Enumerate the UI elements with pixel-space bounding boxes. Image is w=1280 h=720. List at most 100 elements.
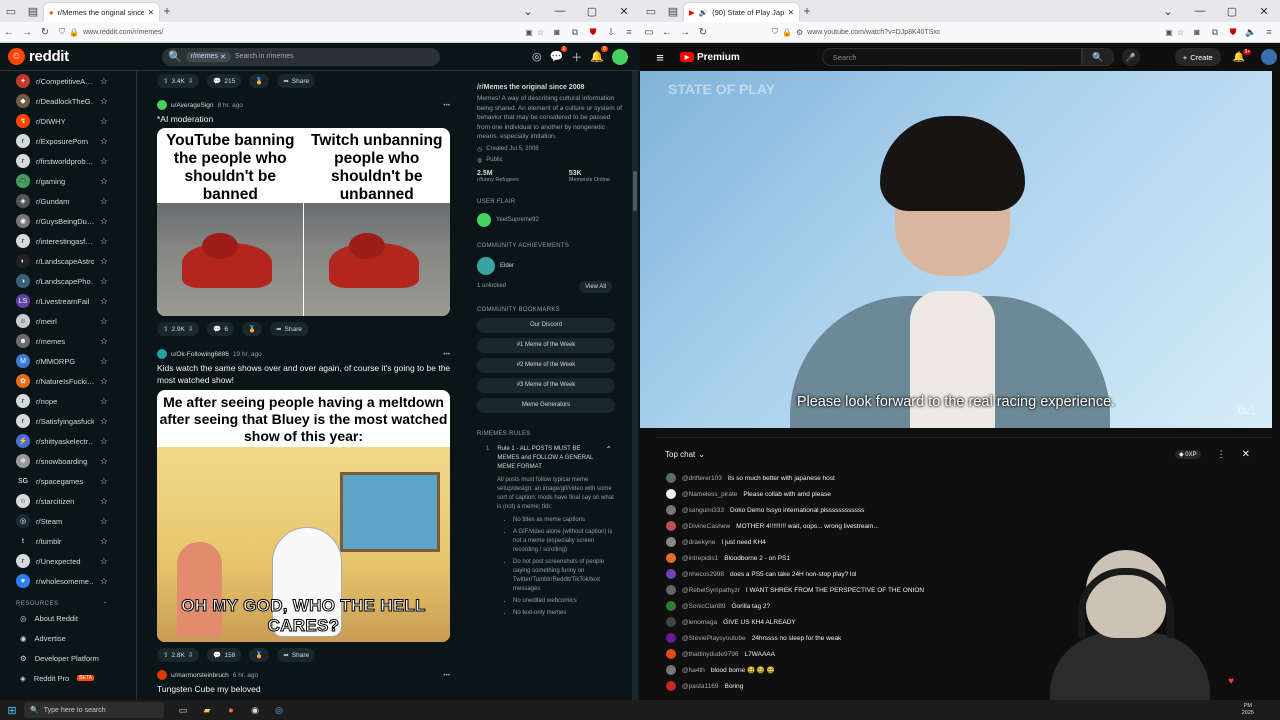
- bookmark-button[interactable]: #2 Meme of the Week: [477, 357, 615, 373]
- chat-username[interactable]: @drifterer103: [682, 475, 722, 482]
- chat-message[interactable]: @sangumi333 Doko Demo Issyo international…: [656, 502, 1272, 518]
- firefox-icon[interactable]: ●: [222, 702, 240, 718]
- chat-message[interactable]: @DivineCashew MOTHER 4!!!!!!!!! wait, oop…: [656, 518, 1272, 534]
- vote-group[interactable]: ⇧ 2.8K ⇩: [157, 648, 200, 662]
- sidebar-toggle-icon[interactable]: ▤: [22, 0, 44, 22]
- favorite-star-icon[interactable]: ☆: [100, 96, 108, 107]
- menu-icon[interactable]: ≡: [621, 27, 637, 38]
- steam-icon[interactable]: ◎: [270, 702, 288, 718]
- chat-avatar[interactable]: [666, 665, 676, 675]
- user-flair[interactable]: YeetSupreme92: [477, 212, 634, 227]
- favorite-star-icon[interactable]: ☆: [100, 336, 108, 347]
- favorite-star-icon[interactable]: ☆: [100, 456, 108, 467]
- voice-search-button[interactable]: 🎤: [1121, 48, 1140, 66]
- obs-icon[interactable]: ◉: [246, 702, 264, 718]
- youtube-logo[interactable]: ▶ Premium: [680, 52, 740, 63]
- chat-username[interactable]: @SonicClan89: [682, 603, 725, 610]
- post-author[interactable]: u/Ok-Following6886: [171, 351, 229, 358]
- reddit-search-bar[interactable]: 🔍 r/memes ✕ Search in r/memes: [162, 47, 440, 66]
- sidebar-community-item[interactable]: ⚡ r/shittyaskelectr… ☆: [0, 431, 136, 451]
- ublock-icon[interactable]: ⛊: [585, 27, 601, 38]
- comments-button[interactable]: 💬 6: [207, 322, 234, 336]
- scroll-thumb[interactable]: [633, 171, 637, 211]
- downloads-icon[interactable]: ⇩: [603, 27, 619, 38]
- favorite-star-icon[interactable]: ☆: [100, 476, 108, 487]
- chat-message[interactable]: @Nameless_pirate Please collab with amd p…: [656, 486, 1272, 502]
- bookmark-button[interactable]: #1 Meme of the Week: [477, 337, 615, 353]
- chat-username[interactable]: @sangumi333: [682, 507, 724, 514]
- post1-image[interactable]: YouTube banning the people who shouldn't…: [157, 128, 450, 316]
- favorite-star-icon[interactable]: ☆: [100, 356, 108, 367]
- user-avatar[interactable]: [1261, 49, 1278, 65]
- favorite-star-icon[interactable]: ☆: [100, 216, 108, 227]
- close-window-icon[interactable]: ✕: [608, 5, 640, 18]
- favorite-star-icon[interactable]: ☆: [100, 536, 108, 547]
- chat-avatar[interactable]: [666, 633, 676, 643]
- tab-icon[interactable]: ▭: [640, 27, 658, 38]
- post1-title[interactable]: *AI moderation: [137, 113, 470, 125]
- subreddit-chip[interactable]: r/memes ✕: [185, 51, 231, 62]
- tab-youtube[interactable]: ▶ 🔊 (90) State of Play Japan | N… ✕: [684, 3, 799, 22]
- minimize-icon[interactable]: —: [544, 5, 576, 18]
- menu-icon[interactable]: ≡: [1261, 27, 1277, 38]
- more-options-icon[interactable]: •••: [443, 351, 450, 358]
- youtube-search-input[interactable]: Search: [821, 48, 1082, 66]
- favorite-star-icon[interactable]: ☆: [100, 496, 108, 507]
- favorite-star-icon[interactable]: ☆: [100, 296, 108, 307]
- sidebar-community-item[interactable]: r r/interestingasf… ☆: [0, 231, 136, 251]
- extensions-icon[interactable]: ⧉: [1207, 27, 1223, 38]
- lock-icon[interactable]: 🔒: [782, 28, 792, 37]
- video-player[interactable]: STATE OF PLAY Please look forward to the…: [640, 71, 1272, 428]
- resource-link[interactable]: ◉ Advertise: [0, 628, 136, 648]
- vote-group[interactable]: ⇧ 2.9K ⇩: [157, 322, 200, 336]
- tab-reddit[interactable]: ● r/Memes the original since 20… ✕: [44, 3, 159, 22]
- search-input[interactable]: Search in r/memes: [235, 53, 294, 60]
- advertise-icon[interactable]: ◎: [532, 50, 542, 63]
- search-button[interactable]: 🔍: [1081, 48, 1114, 66]
- close-tab-icon[interactable]: ✕: [148, 8, 154, 17]
- bookmark-button[interactable]: Our Discord: [477, 317, 615, 333]
- resource-link[interactable]: ◎ About Reddit: [0, 608, 136, 628]
- sidebar-toggle-icon[interactable]: ▤: [662, 0, 684, 22]
- chat-message[interactable]: @drifterer103 its so much better with jap…: [656, 470, 1272, 486]
- lock-icon[interactable]: 🔒: [69, 28, 79, 37]
- create-button[interactable]: + Create: [1174, 48, 1221, 66]
- more-options-icon[interactable]: ⋮: [1217, 449, 1226, 460]
- maximize-icon[interactable]: ▢: [576, 5, 608, 18]
- new-tab-icon[interactable]: +: [799, 4, 815, 18]
- resources-heading[interactable]: RESOURCES ⌃: [0, 601, 136, 608]
- resource-link[interactable]: ◈ Reddit Pro BETA: [0, 668, 136, 688]
- author-avatar[interactable]: [157, 349, 167, 359]
- close-window-icon[interactable]: ✕: [1248, 5, 1280, 18]
- chat-username[interactable]: @intrepidis1: [682, 555, 718, 562]
- chat-username[interactable]: @Nameless_pirate: [682, 491, 737, 498]
- favorite-star-icon[interactable]: ☆: [100, 236, 108, 247]
- sidebar-community-item[interactable]: r r/Satisfyingasfuck ☆: [0, 411, 136, 431]
- extensions-icon[interactable]: ⧉: [567, 27, 583, 38]
- sidebar-community-item[interactable]: r r/firstworldprob… ☆: [0, 151, 136, 171]
- chat-username[interactable]: @ha4th: [682, 667, 705, 674]
- sidebar-community-item[interactable]: ◆ r/DeadlockTheG… ☆: [0, 91, 136, 111]
- new-tab-icon[interactable]: +: [159, 4, 175, 18]
- sidebar-community-item[interactable]: ✦ r/CompetitiveA… ☆: [0, 71, 136, 91]
- sidebar-community-item[interactable]: r r/nope ☆: [0, 391, 136, 411]
- notifications-icon[interactable]: 🔔 9+: [1233, 48, 1252, 63]
- chat-username[interactable]: @pasta1169: [682, 683, 718, 690]
- sidebar-community-item[interactable]: ◈ r/Gundam ☆: [0, 191, 136, 211]
- permissions-icon[interactable]: ⚙: [796, 28, 803, 37]
- chat-avatar[interactable]: [666, 489, 676, 499]
- favorite-star-icon[interactable]: ☆: [100, 136, 108, 147]
- chat-avatar[interactable]: [666, 505, 676, 515]
- award-button[interactable]: 🏅: [249, 648, 270, 662]
- task-view-icon[interactable]: ▭: [174, 702, 192, 718]
- chat-avatar[interactable]: [666, 521, 676, 531]
- reddit-logo[interactable]: ☺ reddit: [8, 48, 148, 65]
- pip-icon[interactable]: ▣: [1165, 28, 1173, 37]
- reload-icon[interactable]: ↻: [36, 27, 54, 38]
- resource-link[interactable]: ⚙ Developer Platform: [0, 648, 136, 668]
- windows-start-icon[interactable]: ⊞: [0, 704, 24, 717]
- chat-avatar[interactable]: [666, 585, 676, 595]
- share-button[interactable]: ➦ Share: [277, 648, 316, 662]
- sidebar-community-item[interactable]: 🎮 r/gaming ☆: [0, 171, 136, 191]
- create-post-icon[interactable]: ＋: [571, 49, 582, 65]
